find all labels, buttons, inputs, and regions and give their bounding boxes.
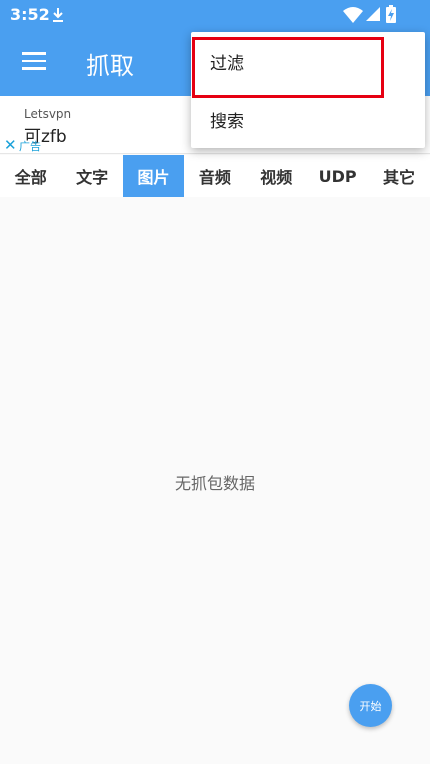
tab-other[interactable]: 其它: [368, 155, 429, 197]
empty-state-text: 无抓包数据: [174, 474, 255, 493]
highlight-box: [192, 37, 384, 98]
tab-audio[interactable]: 音频: [184, 155, 245, 197]
menu-item-search[interactable]: 搜索: [191, 90, 425, 148]
tab-all[interactable]: 全部: [0, 155, 61, 197]
ad-brand: Letsvpn: [24, 107, 72, 121]
tab-image[interactable]: 图片: [122, 155, 185, 197]
ad-label: 广告: [19, 140, 41, 153]
status-bar: 3:52: [0, 0, 430, 30]
tab-text[interactable]: 文字: [61, 155, 122, 197]
tab-udp[interactable]: UDP: [307, 155, 368, 197]
start-button[interactable]: 开始: [349, 684, 392, 727]
status-time: 3:52: [10, 5, 50, 24]
download-icon: [53, 8, 63, 22]
battery-charging-icon: [386, 5, 396, 23]
category-tabs: 全部 文字 图片 音频 视频 UDP 其它: [0, 155, 430, 197]
page-title: 抓取: [86, 52, 134, 80]
ad-close-icon[interactable]: ✕: [4, 136, 17, 154]
signal-icon: [366, 7, 380, 21]
wifi-icon: [343, 7, 363, 23]
hamburger-menu-icon[interactable]: [22, 52, 46, 72]
tab-video[interactable]: 视频: [246, 155, 307, 197]
